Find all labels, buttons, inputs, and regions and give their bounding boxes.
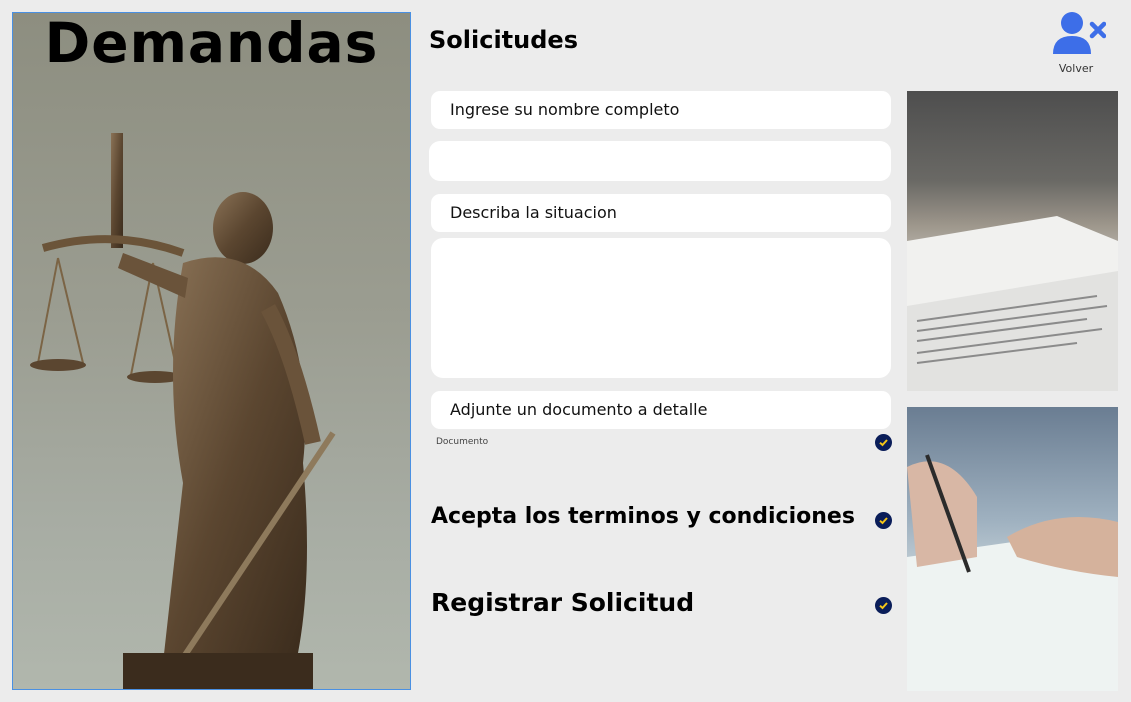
name-input[interactable] — [429, 141, 891, 181]
lady-justice-image — [30, 133, 336, 689]
terms-check-icon[interactable] — [875, 512, 892, 529]
documents-photo — [907, 91, 1118, 391]
document-caption: Documento — [436, 437, 489, 447]
situation-label: Describa la situacion — [431, 194, 891, 232]
document-label: Adjunte un documento a detalle — [431, 391, 891, 429]
hero-title: Demandas — [44, 12, 379, 75]
volver-label: Volver — [1058, 62, 1094, 75]
volver-button[interactable]: Volver — [1046, 8, 1107, 78]
register-button[interactable]: Registrar Solicitud — [431, 588, 694, 617]
situation-textarea[interactable] — [431, 238, 891, 378]
signing-photo — [907, 407, 1118, 691]
register-check-icon[interactable] — [875, 597, 892, 614]
name-label: Ingrese su nombre completo — [431, 91, 891, 129]
page-title: Solicitudes — [429, 26, 578, 54]
hero-panel: Demandas — [12, 12, 411, 690]
user-remove-icon — [1053, 12, 1107, 54]
terms-text: Acepta los terminos y condiciones — [431, 504, 855, 529]
document-check-icon[interactable] — [875, 434, 892, 451]
